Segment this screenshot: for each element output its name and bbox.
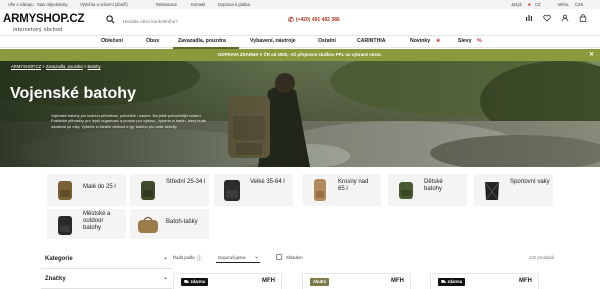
cart-icon[interactable] (579, 14, 587, 24)
category-label: Krosny nad 65 l (338, 179, 369, 193)
top-utility-bar: Vše o nákupu Stav objednávky Výměna a vr… (0, 0, 600, 9)
sort-value: Doporučujeme (218, 255, 246, 260)
breadcrumb: ARMYSHOP.CZ > Zavazadla, pouzdra > Batoh… (11, 64, 101, 69)
logo[interactable]: ARMYSHOP.CZ (3, 13, 84, 25)
topbar-link-stav-objednavky[interactable]: Stav objednávky (37, 2, 68, 7)
product-card[interactable]: Akutní MFH (302, 273, 411, 289)
product-card[interactable]: ⛟ zdarma MFH (173, 273, 282, 289)
nav-item-slevy[interactable]: Slevy (458, 38, 472, 44)
backpack-icon (53, 213, 77, 237)
category-tile-stredni[interactable]: Střední 25-34 l (130, 174, 209, 206)
badge-label: zdarma (190, 279, 206, 284)
chevron-down-icon: ⌄ (253, 254, 259, 260)
heart-icon[interactable] (543, 14, 551, 24)
duffel-bag-icon (136, 213, 160, 237)
search-icon[interactable] (106, 15, 115, 26)
nav-item-ostatni[interactable]: Ostatní (318, 38, 336, 44)
nav-item-zavazadla[interactable]: Zavazadla, pouzdra (178, 38, 226, 44)
language-select[interactable]: CZ (535, 2, 541, 7)
currency-select[interactable]: CZK (575, 2, 583, 7)
breadcrumb-batohy[interactable]: Batohy (88, 64, 101, 69)
brand-logo: MFH (262, 278, 275, 284)
topbar-link-vse-o-nakupu[interactable]: Vše o nákupu (8, 2, 34, 7)
category-tile-velke[interactable]: Velké 35-64 l (214, 174, 293, 206)
promo-banner: DOPRAVA ZDARMA V ČR od 1500,- Kč přeprav… (0, 49, 600, 61)
main-nav: Oblečení Obuv Zavazadla, pouzdra Vybaven… (0, 35, 600, 49)
nav-item-obleceni[interactable]: Oblečení (101, 38, 123, 44)
category-label: Střední 25-34 l (166, 179, 206, 185)
stock-checkbox[interactable] (276, 254, 282, 260)
topbar-link-doprava[interactable]: Doprava a platba (218, 2, 250, 7)
backpack-icon (394, 178, 418, 202)
filter-title: Značky (45, 276, 66, 282)
category-label: Velké 35-64 l (250, 179, 285, 185)
badge-akutni: Akutní (310, 278, 330, 286)
category-tile-male[interactable]: Malé do 25 l (47, 174, 126, 206)
category-label: Batoh-tašky (166, 219, 198, 225)
drawstring-bag-icon (480, 178, 504, 202)
phone-icon: ✆ (288, 17, 294, 24)
filter-title: Kategorie (45, 256, 73, 262)
page-title: Vojenské batohy (10, 85, 136, 102)
nav-item-carinthia[interactable]: CARINTHIA (357, 38, 386, 44)
backpack-icon (308, 178, 332, 202)
category-tile-batoh-tasky[interactable]: Batoh-tašky (130, 209, 209, 239)
category-tile-krosny[interactable]: Krosny nad 65 l (302, 174, 381, 206)
filter-kategorie[interactable]: Kategorie ⌄ (41, 249, 172, 269)
badge-free-shipping: ⛟ zdarma (438, 278, 466, 286)
category-label: Sportovní vaky (510, 179, 550, 185)
chevron-down-icon: ⌄ (162, 255, 168, 261)
info-icon[interactable]: ⓘ (197, 255, 202, 262)
search-box (103, 15, 280, 28)
language-label: Jazyk (511, 2, 522, 7)
brand-logo: MFH (519, 278, 532, 284)
chevron-down-icon: ⌄ (162, 275, 168, 281)
user-icon[interactable] (561, 14, 569, 24)
category-tile-sportovni[interactable]: Sportovní vaky (474, 174, 553, 206)
star-icon: ★ (436, 38, 441, 44)
search-input[interactable] (123, 17, 273, 26)
category-tile-mestske[interactable]: Městské a outdoor batohy (47, 209, 126, 239)
hero-description: Vojenské batohy pro každou příležitost, … (51, 113, 206, 129)
breadcrumb-home[interactable]: ARMYSHOP.CZ (11, 64, 41, 69)
filter-znacky[interactable]: Značky ⌄ (41, 269, 172, 289)
close-icon[interactable]: ✕ (589, 49, 594, 61)
backpack-icon (220, 178, 244, 202)
nav-item-novinky[interactable]: Novinky (410, 38, 430, 44)
promo-banner-text: DOPRAVA ZDARMA V ČR od 1500,- Kč přeprav… (218, 52, 382, 57)
backpack-icon (53, 178, 77, 202)
backpack-icon (136, 178, 160, 202)
logo-subtitle: internetový obchod (13, 27, 63, 33)
breadcrumb-zavazadla[interactable]: Zavazadla, pouzdra (46, 64, 83, 69)
topbar-link-kontakt[interactable]: Kontakt (191, 2, 205, 7)
percent-icon: % (477, 38, 482, 44)
category-label: Městské a outdoor batohy (83, 211, 111, 232)
sort-label: Řadit podle (173, 255, 195, 260)
brand-logo: MFH (391, 278, 404, 284)
category-label: Malé do 25 l (83, 184, 116, 190)
topbar-link-vymena[interactable]: Výměna a vrácení (zboží) (80, 2, 128, 7)
product-count: 232 produktů (529, 255, 555, 260)
topbar-link-reklamace[interactable]: Reklamace (156, 2, 177, 7)
compare-icon[interactable] (525, 14, 533, 24)
category-tile-detske[interactable]: Dětské batohy (388, 174, 467, 206)
phone-contact[interactable]: ✆ (+420) 491 482 386 (288, 15, 340, 24)
nav-item-obuv[interactable]: Obuv (146, 38, 159, 44)
stock-label: Skladem (286, 255, 303, 260)
badge-free-shipping: ⛟ zdarma (181, 278, 209, 286)
phone-number: (+420) 491 482 386 (295, 17, 340, 23)
product-card[interactable]: ⛟ zdarma MFH (430, 273, 539, 289)
flag-cz-icon: ■ (528, 2, 531, 7)
sort-select[interactable]: Doporučujeme ⌄ (216, 252, 260, 263)
nav-item-vybaveni[interactable]: Vybavení, nástroje (250, 38, 296, 44)
currency-label: Měna (558, 2, 569, 7)
badge-label: zdarma (447, 279, 463, 284)
category-label: Dětské batohy (424, 179, 443, 193)
